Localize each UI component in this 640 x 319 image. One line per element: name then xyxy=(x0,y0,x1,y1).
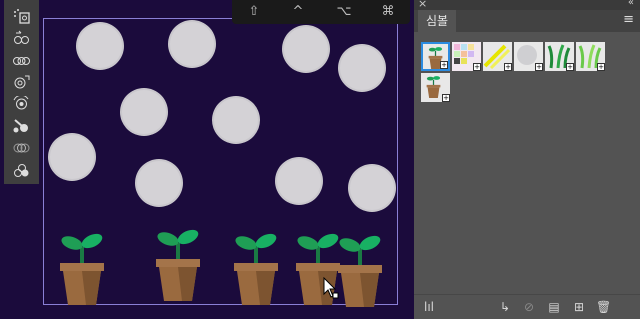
symbol-instance-blob[interactable] xyxy=(214,98,258,142)
symbol-plus-badge-icon: + xyxy=(535,63,543,71)
symbol-instance-potted-plant[interactable] xyxy=(152,221,204,301)
symbol-plus-badge-icon: + xyxy=(597,63,605,71)
symbol-instance-potted-plant[interactable] xyxy=(56,225,108,305)
command-key-button[interactable]: ⌘ xyxy=(366,0,410,24)
symbol-thumb-grass-dark[interactable]: + xyxy=(545,42,574,71)
artboard-canvas[interactable] xyxy=(0,0,414,318)
panel-bottom-toolbar: lıl ↳ ⊘ ▤ ⊞ 🗑 xyxy=(414,294,640,319)
symbol-scruncher-tool-icon[interactable] xyxy=(12,52,31,68)
symbol-instance-blob[interactable] xyxy=(50,135,94,179)
symbol-instance-blob[interactable] xyxy=(170,22,214,66)
tab-symbols[interactable]: 심볼 xyxy=(418,10,456,32)
symbols-panel: × « 심볼 ≡ + + + + + + + lıl ↳ ⊘ ▤ ⊞ 🗑 xyxy=(414,0,640,319)
symbol-plus-badge-icon: + xyxy=(473,63,481,71)
symbol-instance-blob[interactable] xyxy=(122,90,166,134)
symbol-thumb-gray-blob[interactable]: + xyxy=(514,42,543,71)
symbolism-tools-toolbar xyxy=(4,0,39,184)
symbol-sprayer-tool-icon[interactable] xyxy=(12,8,31,24)
new-symbol-icon[interactable]: ⊞ xyxy=(572,300,586,314)
symbol-spinner-tool-icon[interactable] xyxy=(12,96,31,112)
symbol-instance-blob[interactable] xyxy=(340,46,384,90)
symbol-sizer-tool-icon[interactable] xyxy=(12,74,31,90)
symbol-instance-blob[interactable] xyxy=(284,27,328,71)
symbol-screener-tool-icon[interactable] xyxy=(12,140,31,156)
symbol-plus-badge-icon: + xyxy=(442,94,450,102)
symbol-thumb-potted-plant-2[interactable]: + xyxy=(421,73,450,102)
delete-symbol-icon[interactable]: 🗑 xyxy=(596,300,611,314)
symbol-instance-blob[interactable] xyxy=(350,166,394,210)
symbol-styler-tool-icon[interactable] xyxy=(12,162,31,178)
symbol-instance-potted-plant[interactable] xyxy=(334,227,386,307)
symbol-instance-blob[interactable] xyxy=(277,159,321,203)
shift-key-button[interactable]: ⇧ xyxy=(232,0,276,24)
panel-tab-row: 심볼 ≡ xyxy=(414,10,640,32)
symbol-shifter-tool-icon[interactable] xyxy=(12,30,31,46)
symbol-stainer-tool-icon[interactable] xyxy=(12,118,31,134)
panel-title-bar: × « xyxy=(414,0,640,10)
symbol-thumb-yellow-streaks[interactable]: + xyxy=(483,42,512,71)
symbol-thumb-grass-light[interactable]: + xyxy=(576,42,605,71)
symbol-plus-badge-icon: + xyxy=(440,61,448,69)
symbol-thumb-potted-plant[interactable]: + xyxy=(421,42,450,71)
symbol-thumb-color-swatches[interactable]: + xyxy=(452,42,481,71)
symbol-plus-badge-icon: + xyxy=(504,63,512,71)
panel-close-icon[interactable]: × xyxy=(418,0,427,10)
panel-menu-icon[interactable]: ≡ xyxy=(623,12,634,27)
panel-collapse-icon[interactable]: « xyxy=(628,0,634,8)
symbol-options-icon[interactable]: ▤ xyxy=(547,300,561,314)
place-symbol-instance-icon[interactable]: ↳ xyxy=(498,300,512,314)
break-link-icon[interactable]: ⊘ xyxy=(522,300,536,314)
control-key-button[interactable]: ^ xyxy=(276,0,320,24)
mouse-cursor-icon xyxy=(323,277,339,299)
symbol-libraries-icon[interactable]: lıl xyxy=(422,300,436,314)
symbol-instance-blob[interactable] xyxy=(78,24,122,68)
option-key-button[interactable]: ⌥ xyxy=(322,0,366,24)
symbol-plus-badge-icon: + xyxy=(566,63,574,71)
artboard[interactable] xyxy=(43,18,398,307)
symbol-instance-potted-plant[interactable] xyxy=(230,225,282,305)
symbol-instance-blob[interactable] xyxy=(137,161,181,205)
modifier-keys-bar: ⇧ ^ ⌥ ⌘ xyxy=(232,0,410,24)
